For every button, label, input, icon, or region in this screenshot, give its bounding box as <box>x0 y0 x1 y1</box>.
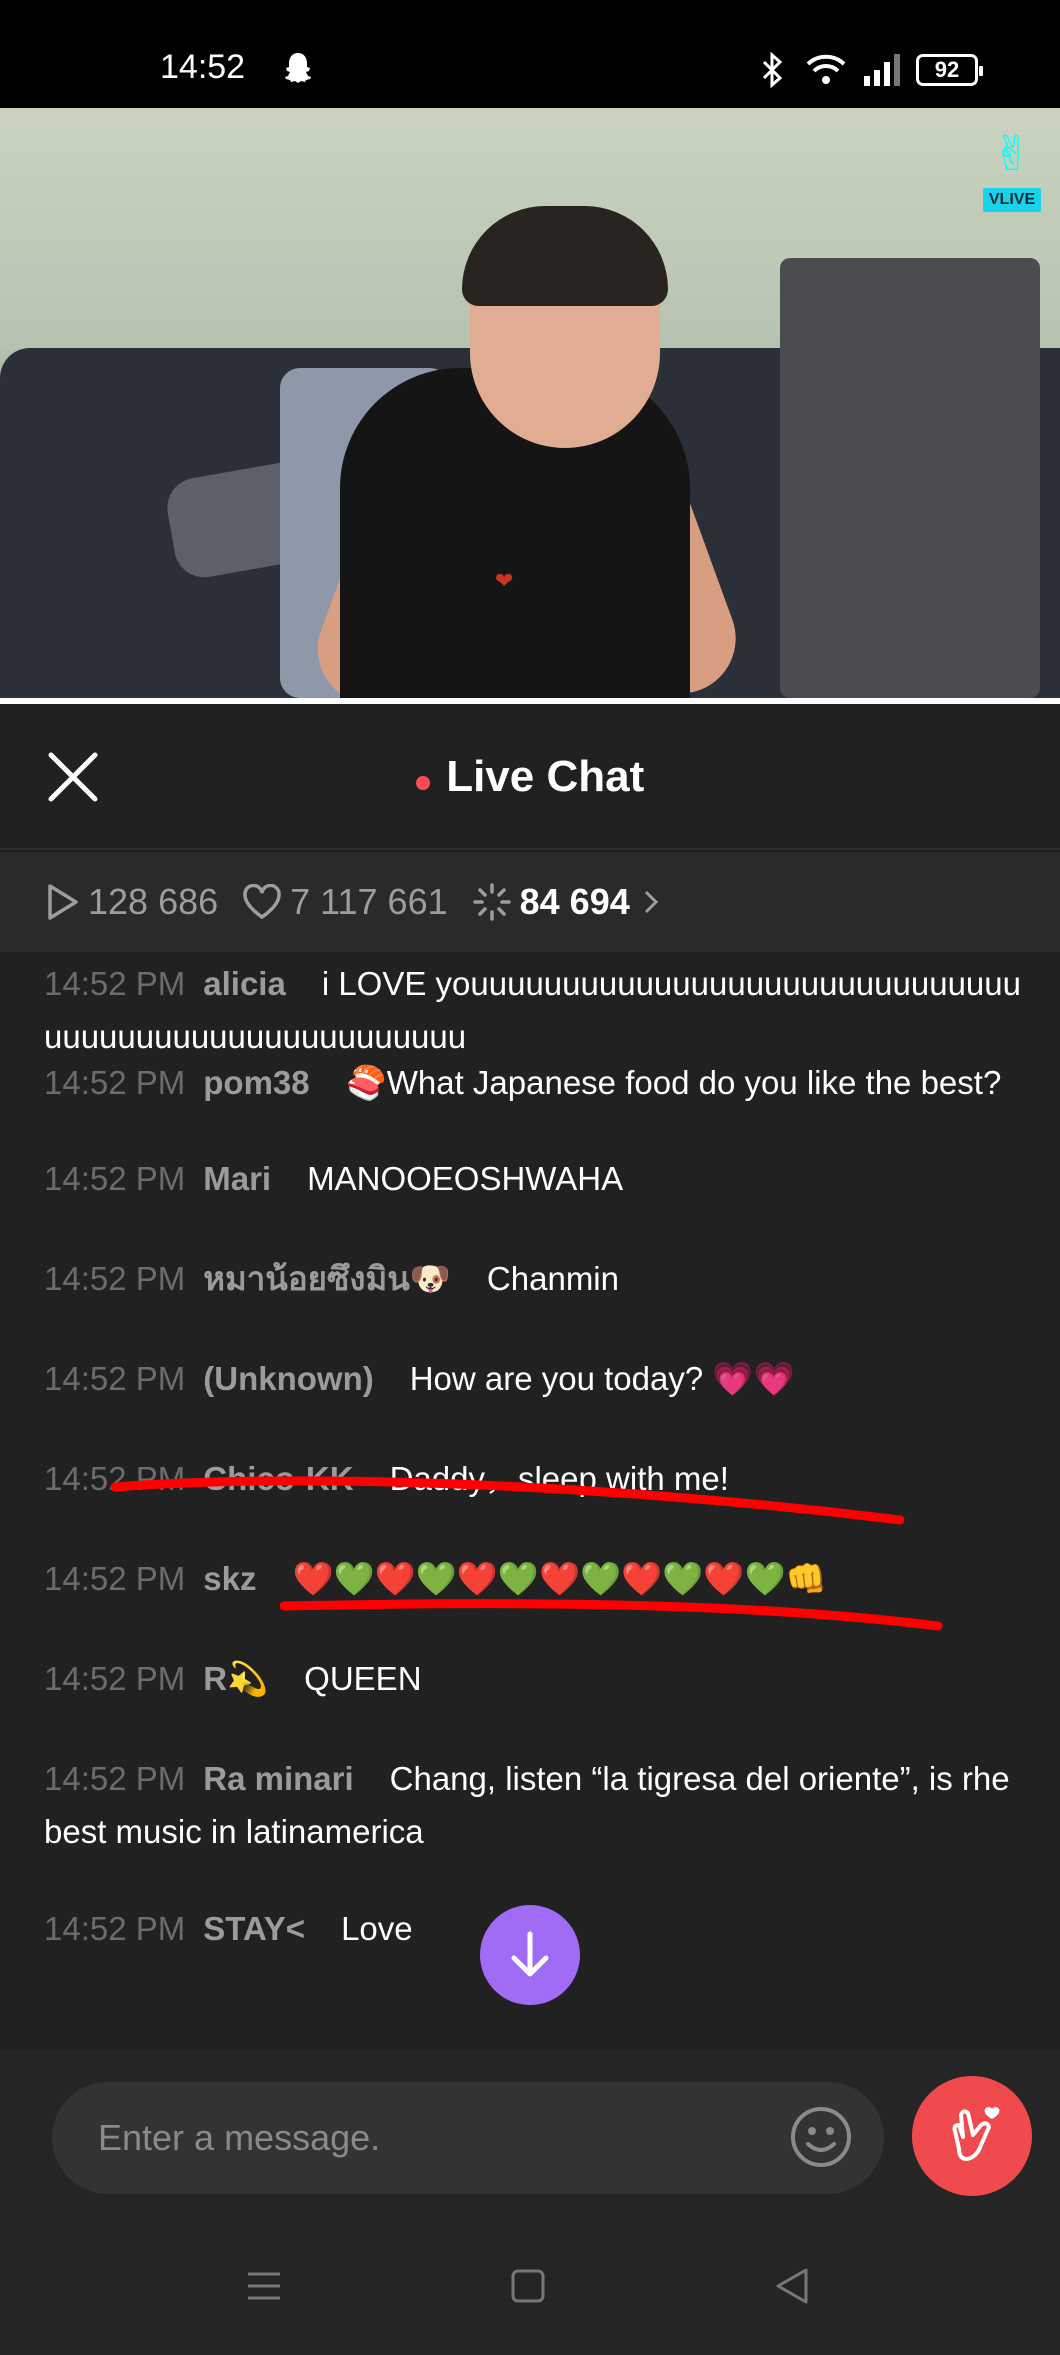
vlive-logo: ✌ VLIVE <box>980 124 1044 224</box>
chat-message: 14:52 PM pom38 🍣What Japanese food do you … <box>44 1056 1024 1109</box>
video-scene-hair <box>462 206 668 306</box>
status-time: 14:52 <box>160 48 246 86</box>
chat-message: 14:52 PM Mari MANOOEOSHWAHA <box>44 1152 1024 1205</box>
message-user[interactable]: alicia <box>203 965 286 1002</box>
home-icon[interactable] <box>510 2266 546 2306</box>
chevron-right-icon <box>644 890 658 914</box>
message-text: Love <box>341 1910 413 1947</box>
message-time: 14:52 PM <box>44 1910 186 1947</box>
live-dot-icon <box>415 775 430 790</box>
arrow-down-icon <box>511 1931 549 1977</box>
video-player[interactable]: ❤ ✌ VLIVE <box>0 108 1060 698</box>
stats-bar[interactable]: 128 686 7 117 661 84 694 <box>0 852 1060 952</box>
message-input[interactable]: Enter a message. <box>52 2082 884 2194</box>
message-user[interactable]: Mari <box>203 1160 271 1197</box>
v-hand-icon: ✌ <box>991 128 1033 181</box>
chat-header: Live Chat <box>0 704 1060 850</box>
scroll-to-bottom-button[interactable] <box>480 1905 580 2005</box>
message-text: 🍣What Japanese food do you like the best… <box>345 1064 1002 1101</box>
bluetooth-icon <box>762 52 783 88</box>
message-user[interactable]: Ra minari <box>203 1760 353 1797</box>
message-time: 14:52 PM <box>44 1760 186 1797</box>
chat-title: Live Chat <box>446 752 645 801</box>
shirt-heart-icon: ❤ <box>495 568 514 593</box>
message-time: 14:52 PM <box>44 965 186 1002</box>
wifi-icon <box>806 54 846 84</box>
message-text: Chanmin <box>486 1260 619 1297</box>
message-text: i LOVE youuuuuuuuuuuuuuuuuuuuuuuuuuuuuuu… <box>44 965 1021 1055</box>
sparkle-icon <box>472 883 511 921</box>
finger-heart-button[interactable] <box>912 2076 1032 2196</box>
vlive-label: VLIVE <box>982 188 1042 212</box>
status-icons: 92 <box>754 50 983 90</box>
chat-message: 14:52 PM alicia i LOVE youuuuuuuuuuuuuuuuu… <box>44 957 1024 1063</box>
message-time: 14:52 PM <box>44 1064 186 1101</box>
battery-indicator: 92 <box>916 54 983 86</box>
message-user[interactable]: pom38 <box>203 1064 309 1101</box>
message-text: Chang, listen “la tigresa del oriente”, … <box>44 1760 1010 1850</box>
annotation-underline <box>110 1476 905 1525</box>
video-scene-panel <box>780 258 1040 698</box>
sparkle-stat[interactable]: 84 694 <box>472 881 670 923</box>
message-text: QUEEN <box>304 1660 422 1697</box>
message-user[interactable]: STAY< <box>203 1910 305 1947</box>
plays-stat: 128 686 <box>44 881 218 923</box>
battery-level: 92 <box>934 57 960 82</box>
likes-stat: 7 117 661 <box>242 881 448 923</box>
message-time: 14:52 PM <box>44 1260 186 1297</box>
message-time: 14:52 PM <box>44 1160 186 1197</box>
menu-icon[interactable] <box>244 2266 284 2306</box>
chat-message: 14:52 PM หมาน้อยซึงมิน🐶 Chanmin <box>44 1252 1024 1305</box>
system-nav-bar <box>0 2230 1060 2355</box>
snapchat-icon <box>285 53 311 83</box>
play-icon <box>48 884 78 920</box>
finger-heart-icon <box>952 2107 1000 2161</box>
message-user[interactable]: (Unknown) <box>203 1360 373 1397</box>
plays-count: 128 686 <box>88 881 219 922</box>
message-time: 14:52 PM <box>44 1360 186 1397</box>
status-bar: 14:52 92 <box>0 0 1060 108</box>
signal-icon <box>864 54 900 86</box>
likes-count: 7 117 661 <box>290 881 448 922</box>
message-time: 14:52 PM <box>44 1660 186 1697</box>
emoji-icon[interactable] <box>788 2104 854 2170</box>
message-text: MANOOEOSHWAHA <box>307 1160 624 1197</box>
message-time: 14:52 PM <box>44 1560 186 1597</box>
chat-message: 14:52 PM R💫 QUEEN <box>44 1652 1024 1705</box>
chat-message: 14:52 PM Ra minari Chang, listen “la tigre… <box>44 1752 1024 1858</box>
sparkle-count: 84 694 <box>519 881 630 922</box>
chat-title-wrap: Live Chat <box>0 752 1060 802</box>
message-user[interactable]: หมาน้อยซึงมิน🐶 <box>203 1260 451 1297</box>
message-user[interactable]: R💫 <box>203 1660 268 1697</box>
message-text: How are you today? 💗💗 <box>409 1360 795 1397</box>
message-user[interactable]: skz <box>203 1560 256 1597</box>
annotation-underline <box>280 1599 943 1631</box>
chat-message: 14:52 PM (Unknown) How are you today? 💗💗 <box>44 1352 1024 1405</box>
heart-outline-icon <box>243 884 281 920</box>
back-icon[interactable] <box>772 2266 812 2306</box>
